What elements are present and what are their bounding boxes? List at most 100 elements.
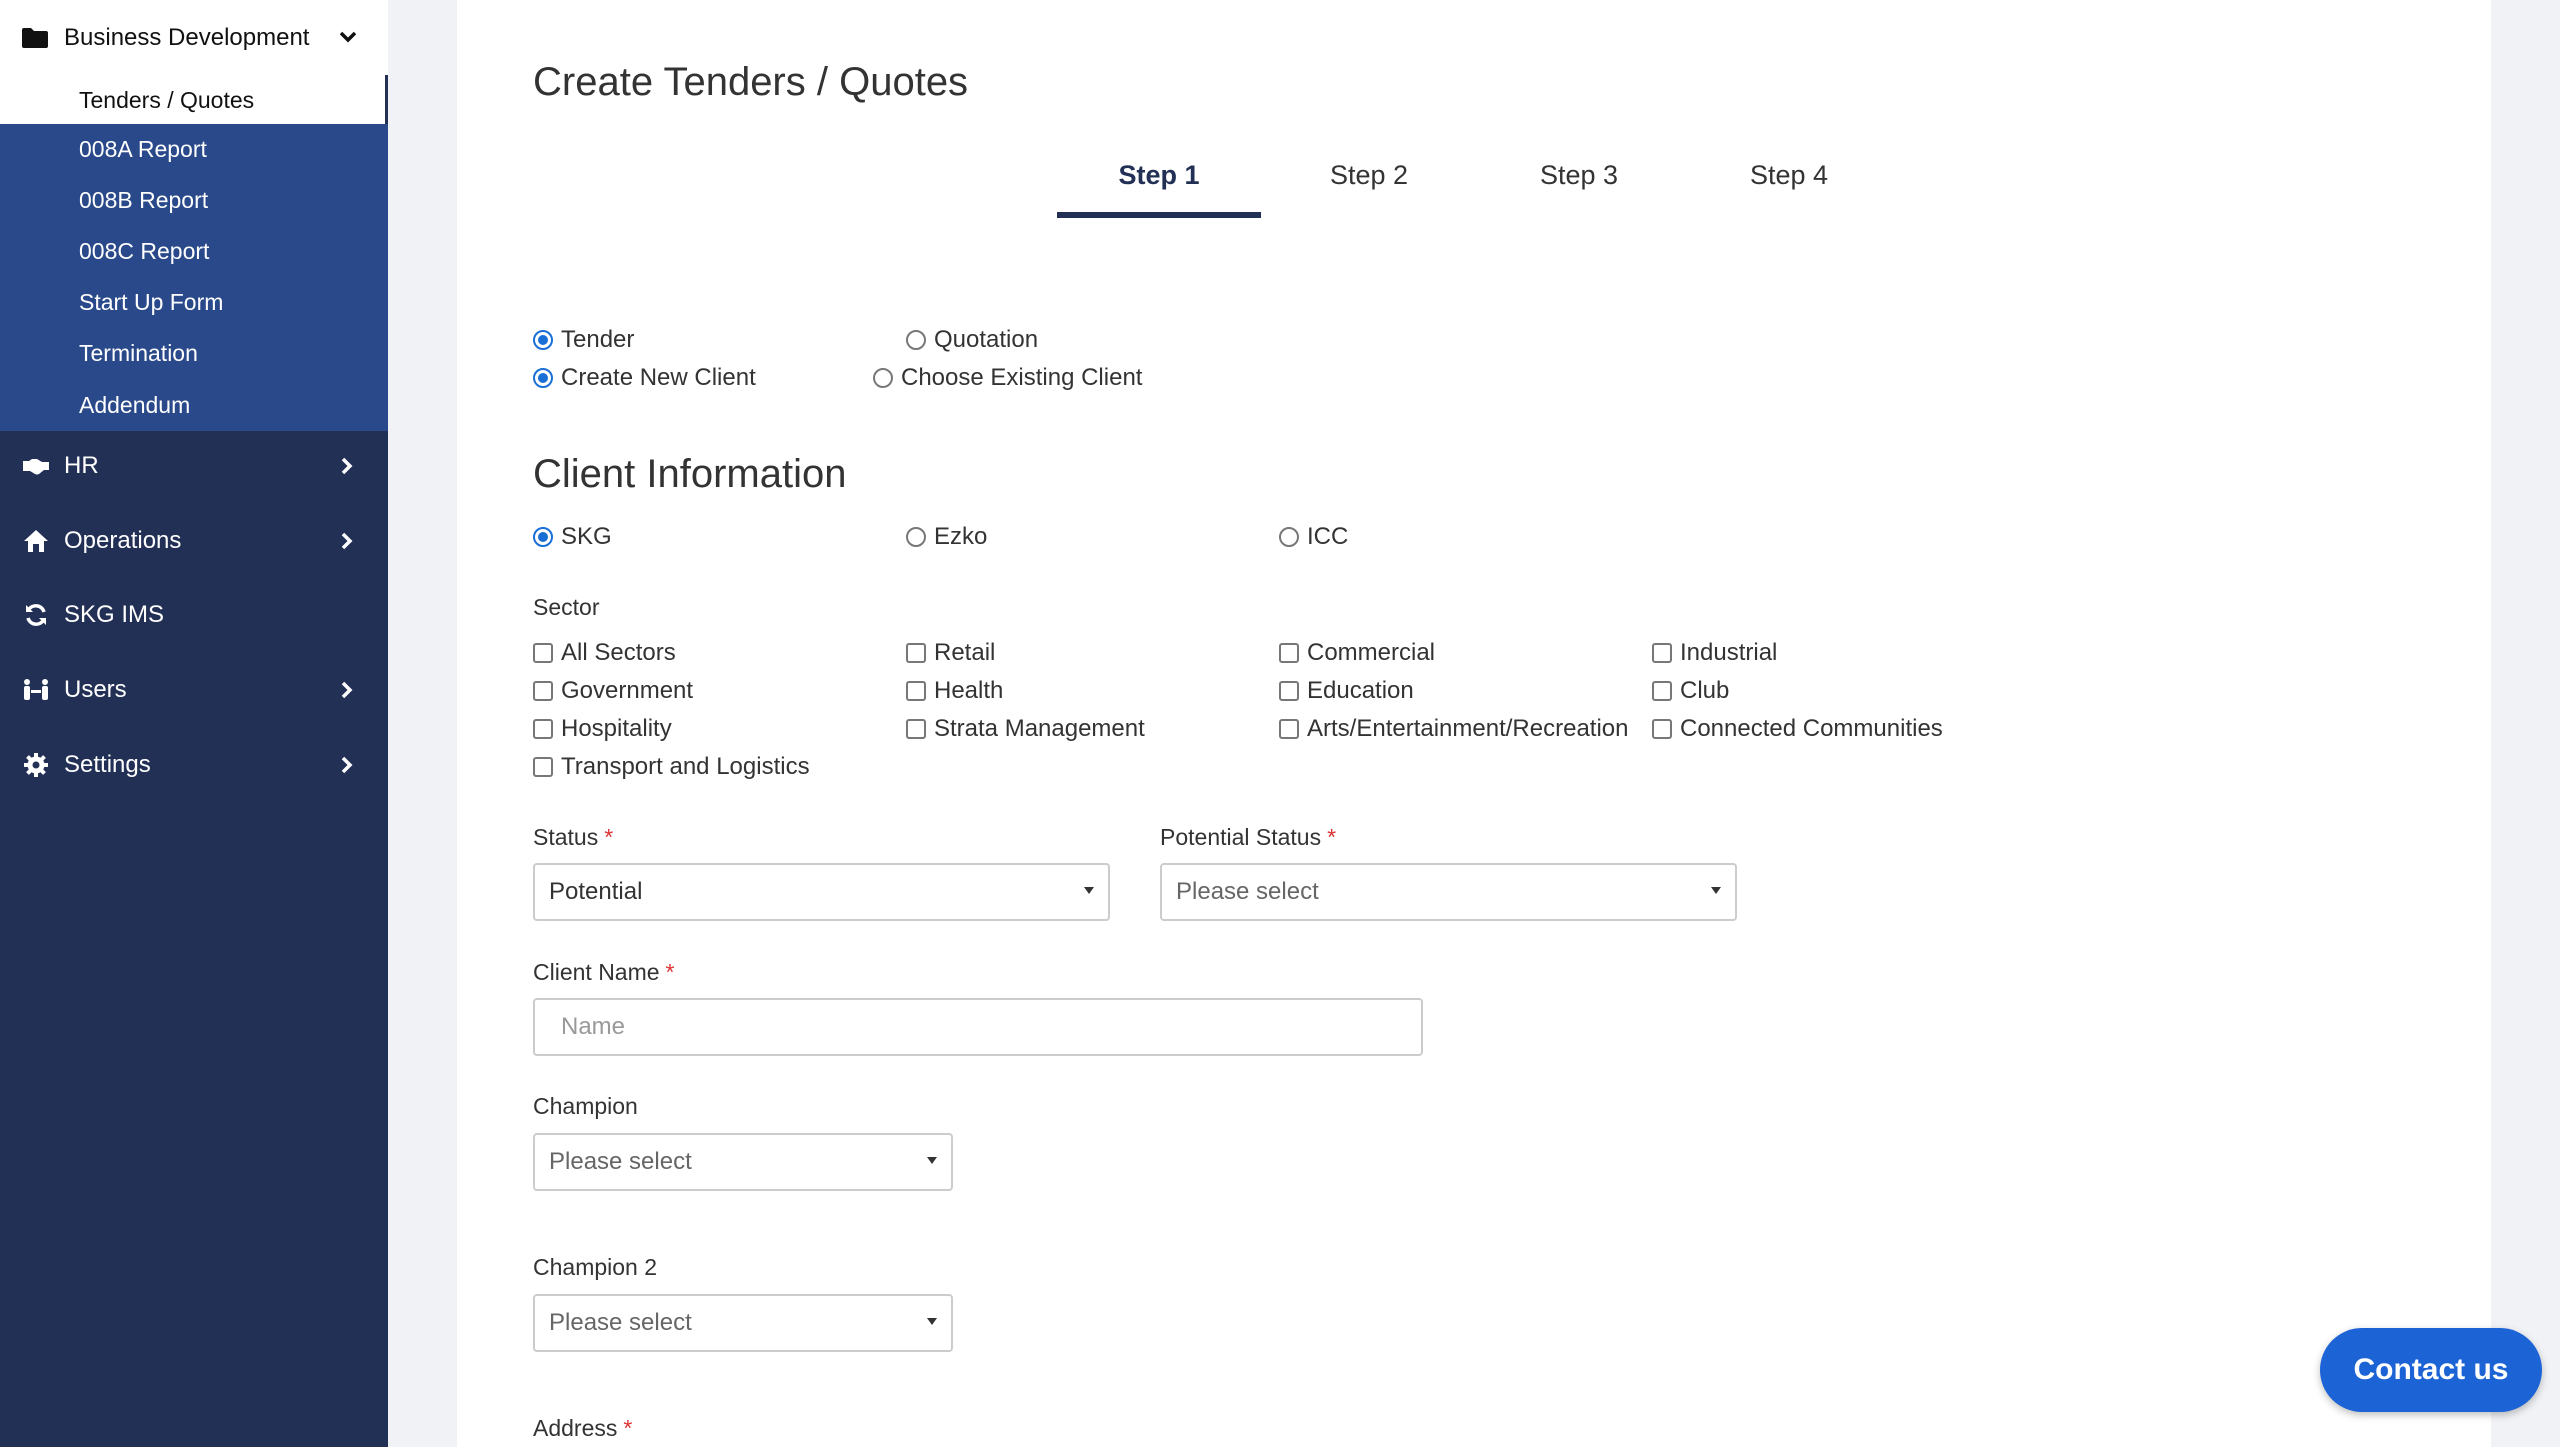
sidebar-item-skg-ims[interactable]: SKG IMS <box>0 585 388 645</box>
folder-icon <box>22 27 48 48</box>
sidebar-item-settings[interactable]: Settings <box>0 735 388 795</box>
radio-company-icc[interactable]: ICC <box>1279 523 1348 551</box>
checkbox-education[interactable]: Education <box>1279 677 1414 705</box>
tab-step-1[interactable]: Step 1 <box>1057 160 1261 218</box>
sidebar-item-operations[interactable]: Operations <box>0 511 388 571</box>
checkbox-club[interactable]: Club <box>1652 677 1729 705</box>
checkbox[interactable] <box>1652 643 1672 663</box>
checkbox-label: Industrial <box>1680 639 1778 666</box>
sync-icon <box>22 601 50 629</box>
tab-step-3[interactable]: Step 3 <box>1477 160 1681 218</box>
sidebar-item-008a-report[interactable]: 008A Report <box>0 124 388 175</box>
required-mark: * <box>623 1415 633 1441</box>
checkbox-health[interactable]: Health <box>906 677 1003 705</box>
potential-status-label: Potential Status * <box>1160 824 1336 851</box>
champion-2-placeholder: Please select <box>549 1309 692 1336</box>
sidebar-item-hr[interactable]: HR <box>0 436 388 496</box>
checkbox[interactable] <box>533 757 553 777</box>
radio-button[interactable] <box>533 368 553 388</box>
radio-button[interactable] <box>533 527 553 547</box>
sidebar-group-business-development[interactable]: Business Development <box>0 0 388 75</box>
sidebar-item-tenders-quotes[interactable]: Tenders / Quotes <box>0 75 388 126</box>
checkbox[interactable] <box>1652 719 1672 739</box>
radio-button[interactable] <box>533 330 553 350</box>
radio-quotation[interactable]: Quotation <box>906 326 1038 354</box>
sidebar-item-users[interactable]: Users <box>0 660 388 720</box>
checkbox-commercial[interactable]: Commercial <box>1279 639 1435 667</box>
sidebar-item-label: Tenders / Quotes <box>79 87 255 113</box>
checkbox-label: All Sectors <box>561 639 676 666</box>
checkbox[interactable] <box>1279 719 1299 739</box>
checkbox-all-sectors[interactable]: All Sectors <box>533 639 676 667</box>
champion-2-label: Champion 2 <box>533 1254 658 1280</box>
checkbox[interactable] <box>906 681 926 701</box>
radio-button[interactable] <box>906 330 926 350</box>
checkbox-label: Commercial <box>1307 639 1436 666</box>
potential-status-select[interactable]: Please select <box>1160 863 1737 921</box>
checkbox-transport-and-logistics[interactable]: Transport and Logistics <box>533 753 810 781</box>
handshake-icon <box>22 452 50 480</box>
potential-status-label-text: Potential Status <box>1160 824 1322 850</box>
gear-icon <box>22 751 50 779</box>
sidebar-item-label: HR <box>64 452 99 479</box>
sidebar: Business Development Tenders / Quotes 00… <box>0 0 388 1447</box>
required-mark: * <box>1327 824 1337 850</box>
checkbox[interactable] <box>906 643 926 663</box>
checkbox[interactable] <box>1279 681 1299 701</box>
sidebar-item-start-up-form[interactable]: Start Up Form <box>0 277 388 328</box>
sidebar-item-label: 008B Report <box>79 187 209 213</box>
status-label-text: Status <box>533 824 599 850</box>
checkbox-government[interactable]: Government <box>533 677 693 705</box>
checkbox[interactable] <box>906 719 926 739</box>
checkbox[interactable] <box>533 681 553 701</box>
tab-step-4[interactable]: Step 4 <box>1687 160 1891 218</box>
checkbox-arts-entertainment-recreation[interactable]: Arts/Entertainment/Recreation <box>1279 715 1628 743</box>
checkbox-label: Hospitality <box>561 715 672 742</box>
checkbox-label: Education <box>1307 677 1414 704</box>
radio-label: ICC <box>1307 523 1349 550</box>
champion-label: Champion <box>533 1093 638 1119</box>
sidebar-item-label: Operations <box>64 527 182 554</box>
checkbox[interactable] <box>1279 643 1299 663</box>
status-select[interactable]: Potential <box>533 863 1110 921</box>
checkbox-industrial[interactable]: Industrial <box>1652 639 1777 667</box>
required-mark: * <box>604 824 614 850</box>
radio-company-skg[interactable]: SKG <box>533 523 612 551</box>
checkbox-hospitality[interactable]: Hospitality <box>533 715 672 743</box>
checkbox[interactable] <box>533 643 553 663</box>
contact-us-button[interactable]: Contact us <box>2320 1328 2542 1412</box>
champion-2-select[interactable]: Please select <box>533 1294 953 1352</box>
sidebar-item-label: SKG IMS <box>64 601 165 628</box>
sidebar-item-termination[interactable]: Termination <box>0 328 388 379</box>
champion-select[interactable]: Please select <box>533 1133 953 1191</box>
address-label: Address * <box>533 1415 632 1442</box>
checkbox[interactable] <box>533 719 553 739</box>
radio-tender[interactable]: Tender <box>533 326 634 354</box>
checkbox-label: Retail <box>934 639 996 666</box>
radio-button[interactable] <box>906 527 926 547</box>
radio-company-ezko[interactable]: Ezko <box>906 523 987 551</box>
checkbox-retail[interactable]: Retail <box>906 639 995 667</box>
checkbox-connected-communities[interactable]: Connected Communities <box>1652 715 1943 743</box>
caret-down-icon <box>927 1157 937 1164</box>
radio-choose-existing-client[interactable]: Choose Existing Client <box>873 364 1142 392</box>
sidebar-item-008b-report[interactable]: 008B Report <box>0 175 388 226</box>
client-name-input[interactable]: Name <box>533 998 1423 1056</box>
sidebar-group-label: Business Development <box>64 23 310 51</box>
caret-down-icon <box>927 1318 937 1325</box>
checkbox-label: Connected Communities <box>1680 715 1943 742</box>
radio-button[interactable] <box>1279 527 1299 547</box>
chevron-right-icon <box>341 532 353 550</box>
radio-create-new-client[interactable]: Create New Client <box>533 364 756 392</box>
client-name-label: Client Name * <box>533 959 675 986</box>
checkbox-label: Club <box>1680 677 1730 704</box>
checkbox[interactable] <box>1652 681 1672 701</box>
sector-label: Sector <box>533 594 600 620</box>
radio-button[interactable] <box>873 368 893 388</box>
champion-placeholder: Please select <box>549 1148 692 1175</box>
checkbox-strata-management[interactable]: Strata Management <box>906 715 1145 743</box>
tab-step-2[interactable]: Step 2 <box>1267 160 1471 218</box>
sidebar-item-addendum[interactable]: Addendum <box>0 379 388 431</box>
sidebar-item-008c-report[interactable]: 008C Report <box>0 226 388 277</box>
checkbox-label: Health <box>934 677 1004 704</box>
